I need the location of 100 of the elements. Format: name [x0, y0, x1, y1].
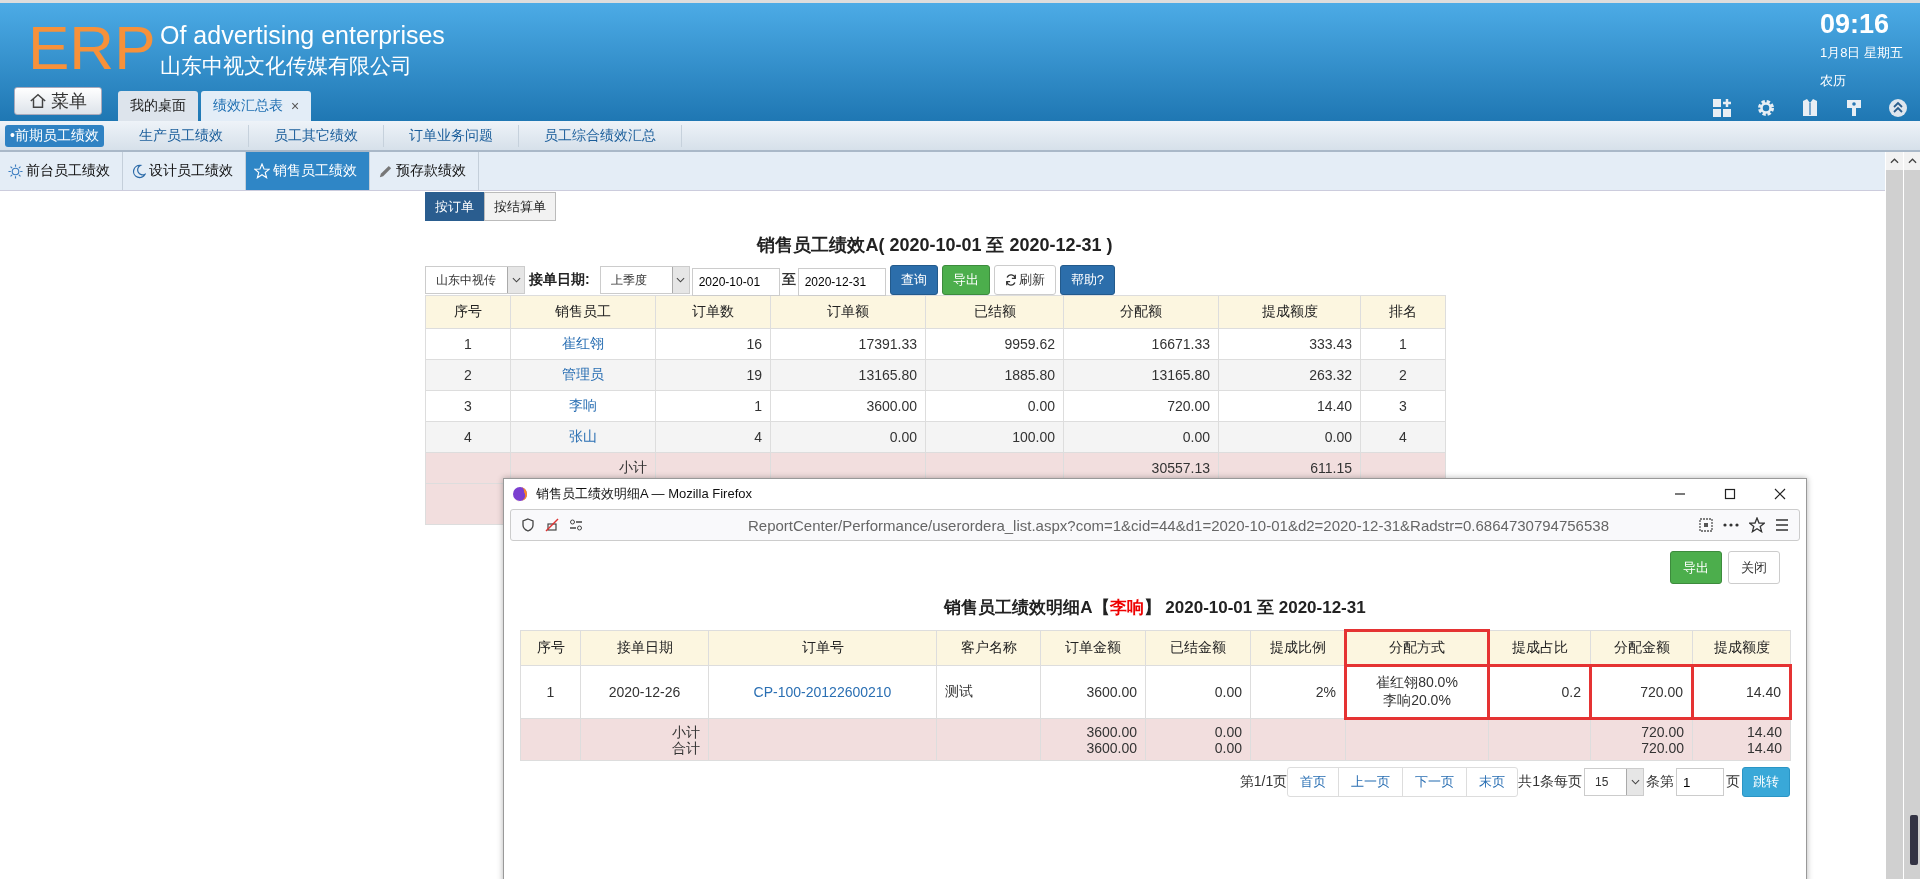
sub-tab-label: 预存款绩效 [396, 162, 466, 180]
table-cell: 测试 [945, 683, 973, 699]
menu-button[interactable]: 菜单 [14, 87, 102, 115]
close-tab-button[interactable]: × [291, 98, 300, 114]
date-label: 接单日期: [529, 271, 590, 289]
date-to-field[interactable]: 2020-12-31 [797, 268, 886, 296]
table-cell: 4 [754, 429, 762, 445]
filter-button[interactable]: 查询 [889, 265, 938, 295]
period-select[interactable]: 上季度 [599, 266, 690, 294]
key-icon[interactable] [1844, 98, 1864, 118]
detail-title: 销售员工绩效明细A【李响】 2020-10-01 至 2020-12-31 [942, 597, 1367, 619]
column-header: 序号 [425, 295, 511, 329]
menu-icon[interactable] [1775, 519, 1789, 531]
employee-link[interactable]: 李响 [569, 397, 597, 413]
allocation-line: 李响20.0% [1382, 692, 1452, 710]
table-cell-text: 3600.00 [1085, 739, 1137, 756]
subtotal-label: 小计 [619, 459, 647, 475]
table-cell: 2 [464, 367, 472, 383]
address-bar[interactable]: ReportCenter/Performance/userordera_list.aspx?com=1&cid=44&d1=2020-10-01&d2=2020-12-31&Radstr=0.6864730794756538 [510, 509, 1800, 541]
table-cell: 1 [1399, 336, 1407, 352]
url-text: ReportCenter/Performance/userordera_list.aspx?com=1&cid=44&d1=2020-10-01&d2=2020-12-31&Radstr=0.6864730794756538 [747, 516, 1610, 534]
home-icon [29, 92, 47, 110]
page-link[interactable]: 末页 [1466, 768, 1518, 796]
page-field[interactable]: 1 [1676, 768, 1724, 796]
moon-icon [131, 163, 146, 179]
column-header: 订单额 [770, 295, 926, 329]
column-header: 订单金额 [1040, 630, 1146, 666]
logo-text: ERP [28, 17, 156, 79]
action-button[interactable]: 关闭 [1728, 551, 1780, 584]
shirt-icon[interactable] [1800, 98, 1820, 118]
table-cell: 0.00 [889, 429, 917, 445]
page-tab[interactable]: 绩效汇总表 × [201, 91, 312, 121]
table-cell: 1 [754, 398, 762, 414]
clock-time: 09:16 [1820, 9, 1891, 40]
table-cell: 17391.33 [858, 336, 917, 352]
employee-link[interactable]: 崔红翎 [562, 335, 604, 351]
tab-label: 我的桌面 [130, 97, 186, 115]
settings-icon[interactable] [1756, 98, 1776, 118]
mode-button[interactable]: 按结算单 [484, 192, 556, 221]
table-cell: 9959.62 [1004, 336, 1055, 352]
company-name: 山东中视文化传媒有限公司 [160, 53, 413, 79]
mode-button[interactable]: 按订单 [425, 192, 484, 221]
shield-icon [521, 518, 535, 532]
column-header: 销售员工 [510, 295, 656, 329]
sub-tab-label: 前台员工绩效 [26, 162, 110, 180]
filter-button[interactable]: 帮助? [1059, 265, 1115, 295]
close-icon[interactable] [1774, 488, 1786, 500]
employee-link[interactable]: 管理员 [562, 366, 604, 382]
allocation-line: 崔红翎80.0% [1375, 674, 1459, 692]
page-tab[interactable]: 我的桌面 [118, 91, 198, 121]
more-icon[interactable] [1723, 522, 1739, 528]
date-from-field[interactable]: 2020-10-01 [691, 268, 780, 296]
module-tab[interactable]: •前期员工绩效 [5, 124, 104, 147]
module-tab[interactable]: 生产员工绩效 [113, 124, 249, 147]
maximize-icon[interactable] [1724, 488, 1736, 500]
filter-button[interactable]: 刷新 [993, 265, 1056, 295]
page-size-select[interactable]: 15 [1584, 768, 1644, 796]
table-cell-text: 0.00 [1213, 739, 1242, 756]
report-title: 销售员工绩效A( 2020-10-01 至 2020-12-31 ) [755, 234, 1114, 257]
column-header: 已结额 [925, 295, 1064, 329]
table-cell: 1 [546, 684, 555, 700]
table-cell: 2020-12-26 [608, 684, 681, 700]
column-header: 订单数 [655, 295, 771, 329]
caret-icon [1630, 779, 1640, 785]
column-header: 订单号 [708, 630, 937, 666]
module-tab[interactable]: 员工综合绩效汇总 [518, 124, 682, 147]
add-tile-icon[interactable] [1712, 98, 1732, 118]
table-cell-text: 3600.00 [1085, 723, 1137, 740]
module-tab[interactable]: 员工其它绩效 [248, 124, 384, 147]
sub-tab[interactable]: 前台员工绩效 [0, 152, 123, 190]
total-label: 共1条每页 [1518, 773, 1582, 791]
table-cell: 333.43 [1309, 336, 1352, 352]
module-tab[interactable]: 订单业务问题 [383, 124, 519, 147]
window-title: 销售员工绩效明细A — Mozilla Firefox [536, 485, 753, 503]
permissions-icon [569, 518, 583, 532]
sub-tab[interactable]: 预存款绩效 [370, 152, 479, 190]
page-link[interactable]: 首页 [1288, 768, 1339, 796]
employee-link[interactable]: 张山 [569, 428, 597, 444]
column-header: 客户名称 [936, 630, 1041, 666]
refresh-icon [1004, 274, 1017, 286]
qr-code-icon[interactable] [1699, 518, 1713, 532]
table-cell: 3600.00 [1086, 684, 1137, 700]
column-header: 提成额度 [1692, 630, 1791, 666]
caret-icon [511, 277, 521, 283]
table-cell: 0.00 [1027, 398, 1055, 414]
scrollbar[interactable] [1903, 152, 1920, 879]
scrollbar[interactable] [1885, 152, 1903, 879]
blocked-lock-icon [545, 518, 559, 532]
table-cell: 100.00 [1012, 429, 1055, 445]
page-link[interactable]: 上一页 [1338, 768, 1403, 796]
table-cell: 2% [1315, 684, 1336, 700]
page-link[interactable]: 下一页 [1402, 768, 1467, 796]
sub-tab[interactable]: 销售员工绩效 [246, 152, 370, 190]
star-icon [254, 163, 270, 179]
collapse-icon[interactable] [1888, 98, 1908, 118]
bookmark-star-icon[interactable] [1749, 517, 1765, 533]
company-select[interactable]: 山东中视传 [425, 266, 525, 294]
order-link[interactable]: CP-100-20122600210 [753, 684, 892, 700]
table-cell: 13165.80 [858, 367, 917, 383]
table-cell: 611.15 [1310, 460, 1352, 476]
